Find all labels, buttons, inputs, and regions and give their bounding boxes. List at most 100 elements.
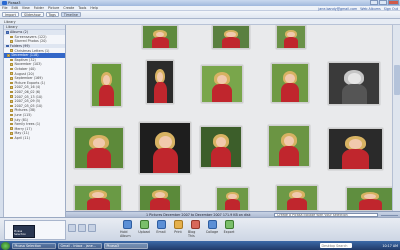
sidebar-folder-label: Christmas Letters (1) [14,48,50,53]
photo-thumbnail[interactable] [74,185,122,211]
clear-icon[interactable] [78,224,86,232]
sidebar-folder-label: Albums (2) [10,30,29,35]
collection-icon [5,44,9,48]
folder-icon [10,58,13,62]
collection-icon [5,31,9,34]
action-icon [173,220,183,229]
toolbar: Import Slideshow Tags Timeline [0,11,400,19]
action-label: Print [174,230,182,234]
photo-thumbnail[interactable] [200,126,242,168]
vertical-scrollbar[interactable] [392,25,400,211]
menu-file[interactable]: File [2,6,8,10]
photo-thumbnail[interactable] [146,60,174,104]
photo-thumbnail[interactable] [328,62,380,105]
menu-picture[interactable]: Picture [48,6,59,10]
folder-icon [10,40,13,43]
photo-thumbnail[interactable] [142,25,178,49]
folder-icon [10,81,13,85]
action-button[interactable]: Upload [137,220,151,238]
sidebar-folder-label: Screensavers (122) [14,34,47,39]
sign-out-link[interactable]: Sign Out [384,7,398,11]
action-icon [156,220,166,229]
action-icon [224,220,234,229]
action-button[interactable]: Blog This [188,220,202,238]
folder-icon [10,35,13,39]
photo-thumbnail[interactable] [212,25,250,49]
photo-thumbnail[interactable] [271,63,309,103]
sidebar-folder-label: December (118) [11,53,39,58]
action-label: Blog This [188,230,196,238]
menu-tools[interactable]: Tools [78,6,86,10]
folder-icon [10,49,13,52]
folder-icon [7,53,10,57]
folder-icon [10,113,13,117]
folder-icon [10,90,13,94]
folder-list: Albums (2) Screensavers (122) Starred Phot… [4,30,65,140]
menu-folder[interactable]: Folder [34,6,44,10]
menu-edit[interactable]: Edit [12,6,18,10]
window-title: Picasa3 [8,1,21,5]
maximize-button[interactable] [379,0,387,5]
photo-thumbnail[interactable] [139,122,191,174]
close-button[interactable] [388,0,399,5]
action-button[interactable]: Email [154,220,168,238]
window-controls [370,0,399,5]
selection-status: 1 Pictures December 2007 to December 200… [146,213,251,217]
action-icon [139,220,149,229]
account-email: jane.bandy@gmail.com [318,6,358,11]
disk-size: 171.9 KB on disk [222,212,251,217]
folder-icon [10,122,13,126]
action-label: Upload [138,230,150,234]
sidebar-folder[interactable]: April (11) [4,136,65,141]
slideshow-button[interactable]: Slideshow [20,12,44,17]
menu-view[interactable]: View [22,6,30,10]
action-button[interactable]: Export [222,220,236,238]
import-button[interactable]: Import [2,12,19,17]
folder-icon [10,86,13,89]
selection-tray: Picasa Selection [4,220,66,240]
minimize-button[interactable] [370,0,378,5]
tags-button[interactable]: Tags [45,12,59,17]
photo-grid [66,25,392,211]
desktop-search-input[interactable]: Desktop Search [320,243,352,248]
sidebar-folder-label: August (20) [14,71,34,76]
photo-thumbnail[interactable] [276,25,306,49]
date-range: December 2007 to December 2007 [163,212,222,217]
sidebar-folder-label: Merry (17) [14,126,32,131]
taskbar-item[interactable]: Picasa3 [104,242,148,249]
sidebar-folder-label: Family trees (1) [14,122,41,127]
filter-label: Library [4,19,16,24]
photo-thumbnail[interactable] [91,63,122,107]
action-button[interactable]: Print [171,220,185,238]
menu-help[interactable]: Help [90,6,98,10]
photo-thumbnail[interactable] [268,125,310,167]
sidebar-folder-label: Baptism (32) [14,57,36,62]
taskbar-item[interactable]: Gmail - Inbox - jane... [58,242,102,249]
menu-create[interactable]: Create [63,6,74,10]
action-icon [190,220,200,229]
photo-thumbnail[interactable] [328,128,383,170]
hold-icon[interactable] [68,224,76,232]
rotate-icon[interactable] [88,224,96,232]
scrollbar-thumb[interactable] [394,65,400,95]
start-button[interactable] [1,241,10,250]
zoom-slider[interactable] [381,214,398,216]
photo-thumbnail[interactable] [139,185,181,211]
photo-thumbnail[interactable] [276,185,318,211]
action-button[interactable]: Collage [205,220,219,238]
action-button[interactable]: Hold Album [120,220,134,238]
selection-thumbnail[interactable]: Picasa Selection [13,225,35,238]
taskbar-item[interactable]: Picasa Selection [12,242,56,249]
windows-taskbar: Picasa Selection Gmail - Inbox - jane...… [0,241,400,250]
photo-thumbnail[interactable] [216,187,249,211]
photo-thumbnail[interactable] [201,65,243,103]
photo-thumbnail[interactable] [346,187,392,211]
sidebar-folder-label: September (169) [14,76,43,81]
web-albums-link[interactable]: Web Albums [360,7,381,11]
folder-icon [10,118,13,121]
photo-thumbnail[interactable] [74,127,124,169]
sidebar-folder-label: 2007_05_13 (10) [14,94,43,99]
sidebar-folder-label: October (40) [14,67,36,72]
folder-icon [10,127,13,131]
timeline-button[interactable]: Timeline [60,12,81,17]
